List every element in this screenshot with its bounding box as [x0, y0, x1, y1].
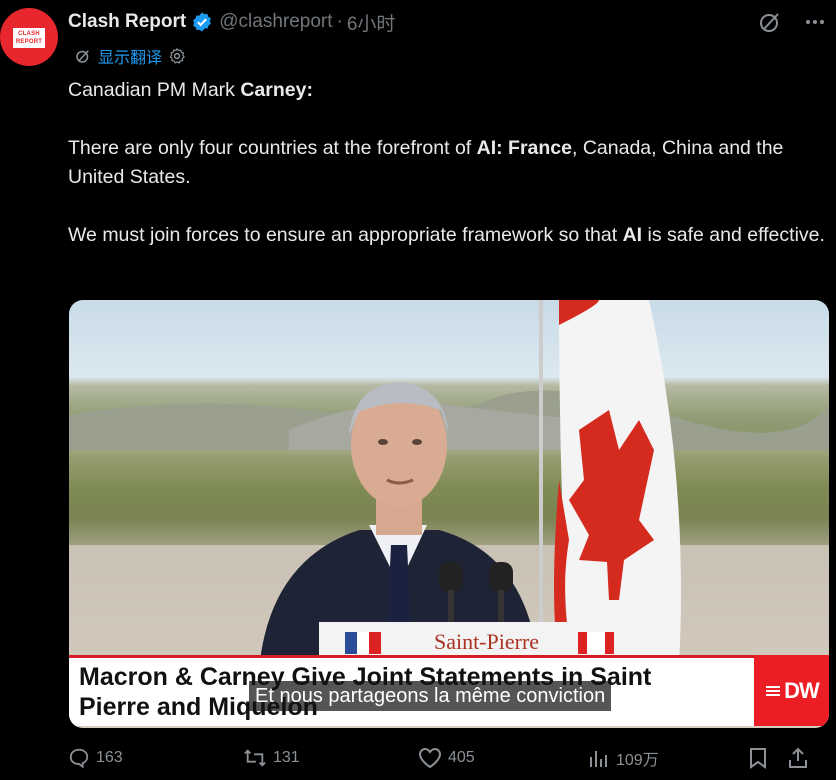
- reply-count: 163: [96, 749, 123, 766]
- grok-icon[interactable]: [758, 10, 782, 34]
- tweet-paragraph-3: We must join forces to ensure an appropr…: [68, 224, 825, 246]
- post-time[interactable]: 6小时: [347, 9, 396, 36]
- video-subtitle: Et nous partageons la même conviction: [249, 681, 612, 711]
- translate-settings-icon[interactable]: [168, 47, 186, 65]
- verified-badge-icon: [193, 12, 212, 32]
- tweet-paragraph-1: Canadian PM Mark Carney:: [68, 79, 313, 101]
- translate-button[interactable]: 显示翻译: [98, 44, 162, 68]
- author-name[interactable]: Clash Report: [68, 11, 186, 33]
- repost-icon: [244, 749, 266, 767]
- canada-flag: [539, 300, 681, 665]
- top-right-actions: [758, 10, 826, 34]
- repost-count: 131: [273, 749, 300, 766]
- tweet-header: Clash Report @clashreport · 6小时: [68, 8, 395, 36]
- avatar[interactable]: CLASH REPORT: [0, 8, 58, 66]
- tweet-paragraph-2: There are only four countries at the for…: [68, 137, 784, 188]
- heart-icon: [418, 747, 442, 769]
- bookmark-button[interactable]: [748, 747, 788, 769]
- views-count: 109万: [616, 752, 659, 769]
- tweet-text: Canadian PM Mark Carney: There are only …: [68, 76, 828, 279]
- canada-flag-small: [578, 632, 614, 654]
- avatar-logo: CLASH REPORT: [13, 28, 45, 48]
- like-count: 405: [448, 749, 475, 766]
- dw-wave-icon: [766, 685, 781, 696]
- action-bar: 163 131 405 109万: [68, 746, 828, 770]
- share-icon: [789, 747, 807, 768]
- author-handle[interactable]: @clashreport: [219, 11, 332, 33]
- channel-logo: DW: [754, 655, 829, 726]
- video-player[interactable]: Saint-Pierre Macron & Carney Give Joint …: [69, 300, 829, 728]
- channel-logo-text: DW: [784, 677, 820, 703]
- translate-row: 显示翻译: [74, 44, 186, 68]
- reply-icon: [69, 748, 89, 769]
- time-separator: ·: [336, 11, 343, 32]
- share-button[interactable]: [788, 747, 818, 769]
- views-icon: [590, 751, 607, 767]
- repost-button[interactable]: 131: [243, 747, 418, 769]
- more-options-icon[interactable]: [804, 11, 826, 33]
- reply-button[interactable]: 163: [68, 747, 243, 769]
- france-flag: [345, 632, 381, 654]
- like-button[interactable]: 405: [418, 747, 588, 769]
- views-button[interactable]: 109万: [588, 746, 748, 770]
- bookmark-icon: [750, 748, 766, 769]
- podium-sign-text: Saint-Pierre: [433, 629, 540, 654]
- translate-icon: [76, 50, 89, 63]
